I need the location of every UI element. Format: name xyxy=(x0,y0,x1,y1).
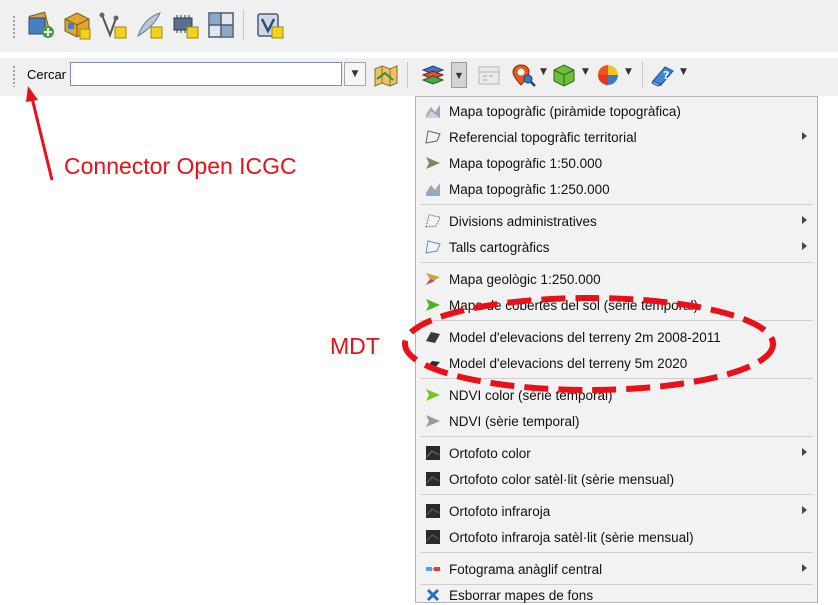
toolbar-separator xyxy=(243,10,244,40)
menu-item[interactable]: Divisions administratives xyxy=(416,208,817,234)
menu-item-label: Mapa topogràfic 1:250.000 xyxy=(449,181,610,197)
clear-icon xyxy=(426,588,440,602)
admin-divisions-icon xyxy=(425,214,441,228)
3d-box-icon[interactable] xyxy=(551,63,577,87)
orthophoto-satellite-icon xyxy=(426,472,440,486)
anaglyph-icon xyxy=(426,567,440,571)
menu-item-label: Ortofoto infraroja satèl·lit (sèrie mens… xyxy=(449,529,694,545)
toolbar-separator xyxy=(407,62,408,88)
menu-item[interactable]: Ortofoto infraroja xyxy=(416,498,817,524)
menu-item-label: Mapa topogràfic (piràmide topogràfica) xyxy=(449,103,681,119)
background-maps-dropdown[interactable]: ▼ xyxy=(451,62,467,88)
color-pie-icon[interactable] xyxy=(595,63,621,87)
orthophoto-infrared-satellite-icon xyxy=(426,530,440,544)
toolbar-separator xyxy=(642,62,643,88)
menu-item[interactable]: Ortofoto infraroja satèl·lit (sèrie mens… xyxy=(416,524,817,550)
toolbar-grip[interactable] xyxy=(12,65,16,87)
mdt-annotation: MDT xyxy=(330,333,380,359)
search-history-dropdown[interactable]: ▼ xyxy=(344,62,366,86)
menu-separator xyxy=(420,436,813,437)
menu-item-label: Mapa topogràfic 1:50.000 xyxy=(449,155,603,171)
orthophoto-infrared-icon xyxy=(426,504,440,518)
menu-item[interactable]: Mapa topogràfic (piràmide topogràfica) xyxy=(416,98,817,124)
topo-referential-icon xyxy=(425,130,441,144)
add-3d-layer-icon[interactable] xyxy=(62,10,92,40)
geofinder-dropdown[interactable]: ▼ xyxy=(540,67,547,77)
menu-item[interactable]: Talls cartogràfics xyxy=(416,234,817,260)
orthophoto-icon xyxy=(426,446,440,460)
menu-item-label: Talls cartogràfics xyxy=(449,239,550,255)
add-raster-layer-icon[interactable] xyxy=(26,10,56,40)
add-grid-layer-icon[interactable] xyxy=(206,10,236,40)
menu-item-label: Ortofoto color xyxy=(449,445,531,461)
menu-item-label: Divisions administratives xyxy=(449,213,597,229)
menu-item-label: Ortofoto infraroja xyxy=(449,503,551,519)
virtual-layer-icon[interactable] xyxy=(255,10,285,40)
color-dropdown[interactable]: ▼ xyxy=(625,67,632,77)
submenu-arrow-icon xyxy=(802,564,807,572)
menu-item[interactable]: NDVI (sèrie temporal) xyxy=(416,408,817,434)
menu-item[interactable]: Ortofoto color xyxy=(416,440,817,466)
submenu-arrow-icon xyxy=(802,216,807,224)
ndvi-icon xyxy=(426,415,440,427)
search-input[interactable] xyxy=(70,62,342,86)
menu-separator xyxy=(420,262,813,263)
menu-item-label: Referencial topogràfic territorial xyxy=(449,129,637,145)
3d-dropdown[interactable]: ▼ xyxy=(582,67,589,77)
background-maps-icon[interactable] xyxy=(420,63,446,87)
annotation-arrow xyxy=(26,86,54,181)
topo-map-250k-icon xyxy=(426,183,440,196)
cartographic-cuts-icon xyxy=(425,240,441,254)
menu-item[interactable]: Fotograma anàglif central xyxy=(416,556,817,582)
menu-item-label: Ortofoto color satèl·lit (sèrie mensual) xyxy=(449,471,675,487)
submenu-arrow-icon xyxy=(802,448,807,456)
geological-map-icon xyxy=(426,273,440,285)
menu-item[interactable]: Esborrar mapes de fons xyxy=(416,585,817,605)
svg-text:?: ? xyxy=(663,69,669,82)
menu-item-label: NDVI (sèrie temporal) xyxy=(449,413,580,429)
menu-separator xyxy=(420,204,813,205)
time-icon[interactable] xyxy=(476,63,502,87)
topo-map-50k-icon xyxy=(426,157,440,169)
help-dropdown[interactable]: ▼ xyxy=(680,67,687,77)
search-label: Cercar xyxy=(27,67,67,82)
connector-annotation: Connector Open ICGC xyxy=(64,153,297,179)
menu-item-label: Fotograma anàglif central xyxy=(449,561,603,577)
menu-item[interactable]: Mapa topogràfic 1:50.000 xyxy=(416,150,817,176)
add-chip-layer-icon[interactable] xyxy=(170,10,200,40)
menu-item[interactable]: Ortofoto color satèl·lit (sèrie mensual) xyxy=(416,466,817,492)
add-vector-layer-icon[interactable] xyxy=(98,10,128,40)
menu-separator xyxy=(420,552,813,553)
menu-item-label: Mapa geològic 1:250.000 xyxy=(449,271,601,287)
map-icon[interactable] xyxy=(373,63,399,87)
help-icon[interactable]: ? xyxy=(650,63,676,87)
submenu-arrow-icon xyxy=(802,132,807,140)
toolbar-grip[interactable] xyxy=(12,15,16,39)
geofinder-icon[interactable] xyxy=(510,63,536,87)
mdt-highlight-ellipse xyxy=(402,295,776,393)
digitize-feather-icon[interactable] xyxy=(134,10,164,40)
submenu-arrow-icon xyxy=(802,242,807,250)
menu-item[interactable]: Mapa geològic 1:250.000 xyxy=(416,266,817,292)
menu-item[interactable]: Referencial topogràfic territorial xyxy=(416,124,817,150)
layer-toolbar xyxy=(0,0,838,52)
submenu-arrow-icon xyxy=(802,506,807,514)
menu-item[interactable]: Mapa topogràfic 1:250.000 xyxy=(416,176,817,202)
menu-item-label: Esborrar mapes de fons xyxy=(449,587,594,603)
menu-separator xyxy=(420,494,813,495)
topo-map-icon xyxy=(426,105,440,118)
